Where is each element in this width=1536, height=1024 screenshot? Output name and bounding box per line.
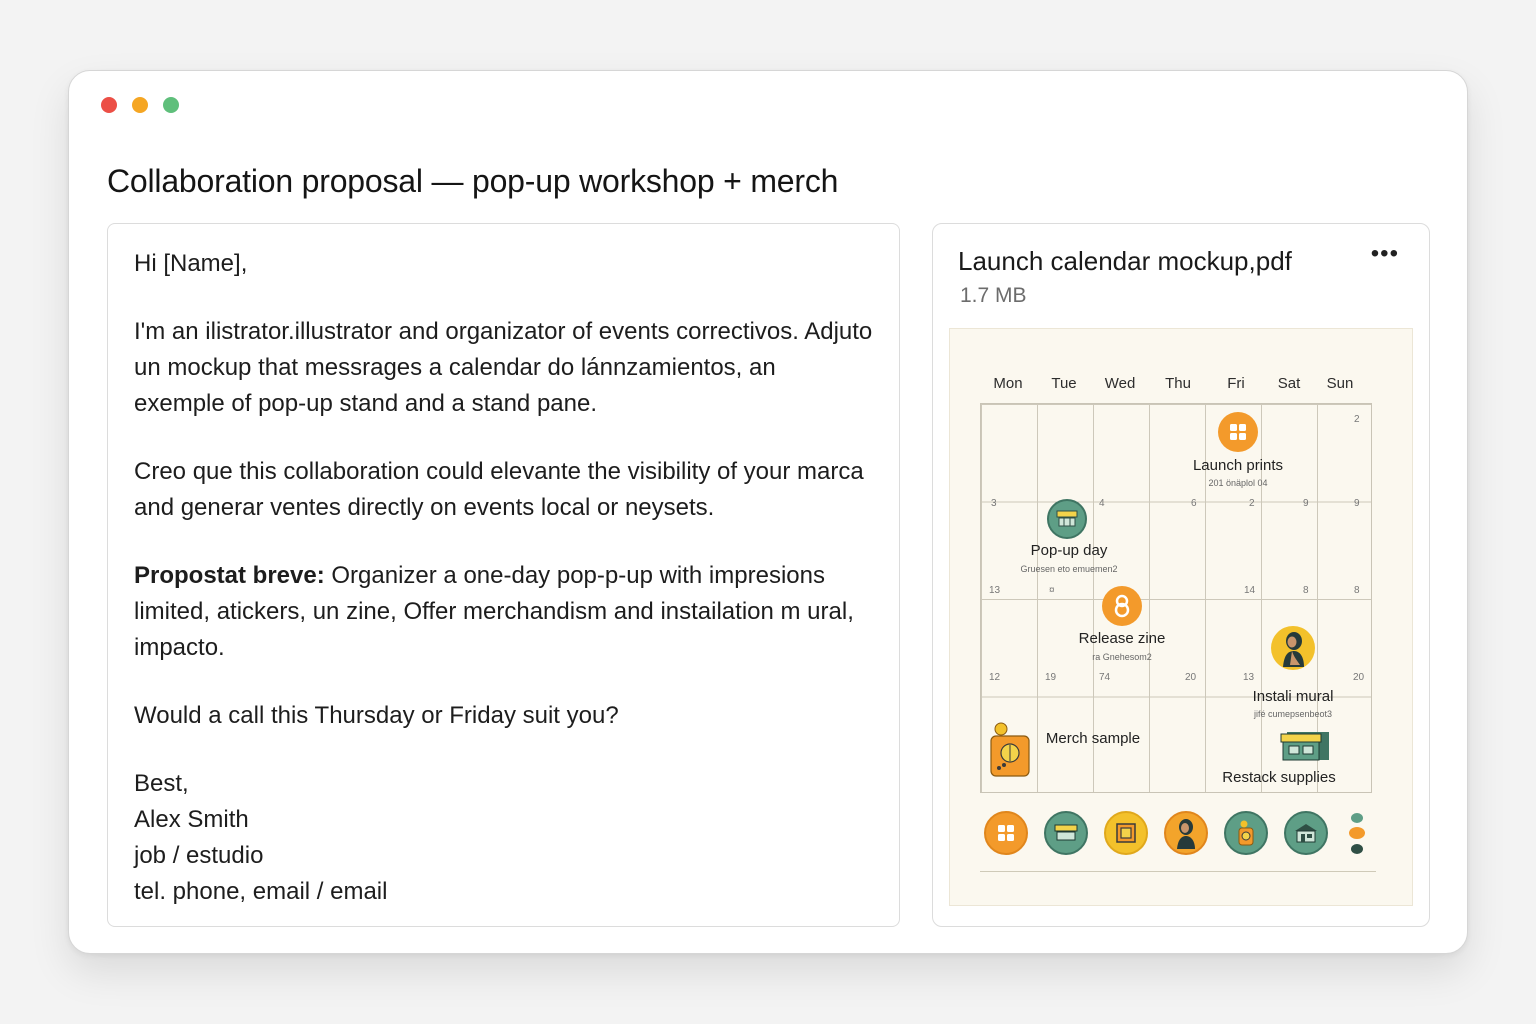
day-number: 6	[1191, 498, 1197, 509]
event-sub-release-zine: ra Gnehesom2	[1092, 652, 1152, 662]
attachment-card[interactable]: Launch calendar mockup,pdf 1.7 MB ••• Mo…	[932, 223, 1430, 927]
sender-contact: tel. phone, email / email	[134, 878, 388, 905]
bottle-icon[interactable]	[989, 720, 1031, 778]
dots-icon[interactable]	[1346, 811, 1368, 857]
stand-icon[interactable]	[1044, 811, 1088, 855]
window-controls	[101, 97, 179, 113]
proposal-paragraph: Propostat breve: Organizer a one-day pop…	[134, 558, 873, 666]
maximize-button[interactable]	[163, 97, 179, 113]
icon-legend	[984, 811, 1374, 857]
more-options-icon[interactable]: •••	[1371, 240, 1399, 268]
calendar-grid: 2 3 4 6 2 9 9 13 ¤ 14 8 8 12 19 74 20 13…	[980, 403, 1372, 793]
day-number: 9	[1303, 498, 1309, 509]
signoff: Best,	[134, 770, 189, 797]
proposal-label: Propostat breve:	[134, 562, 325, 589]
calendar-day-headers: Mon Tue Wed Thu Fri Sat Sun	[980, 375, 1372, 395]
grid-icon[interactable]	[1218, 412, 1258, 452]
email-body: Hi [Name], I'm an ilistrator.illustrator…	[107, 223, 900, 927]
minimize-button[interactable]	[132, 97, 148, 113]
divider	[980, 871, 1376, 872]
grid-icon[interactable]	[984, 811, 1028, 855]
sender-role: job / estudio	[134, 842, 264, 869]
frame-icon[interactable]	[1104, 811, 1148, 855]
day-header: Wed	[1104, 375, 1136, 392]
day-header: Thu	[1165, 375, 1191, 392]
day-header: Tue	[1051, 375, 1077, 392]
day-number: 19	[1045, 672, 1057, 683]
intro-paragraph: I'm an ilistrator.illustrator and organi…	[134, 318, 873, 417]
day-header: Mon	[993, 375, 1023, 392]
portrait-icon[interactable]	[1164, 811, 1208, 855]
event-label-merch-sample[interactable]: Merch sample	[1046, 730, 1140, 747]
event-sub-popup-day: Gruesen eto emuemen2	[1020, 564, 1118, 574]
pitch-paragraph: Creo que this collaboration could elevan…	[134, 458, 864, 521]
event-sub-install-mural: jifé cumepsenbeot3	[1253, 709, 1333, 719]
day-number: 3	[991, 498, 997, 509]
day-number: 2	[1354, 414, 1360, 425]
pdf-preview[interactable]: Mon Tue Wed Thu Fri Sat Sun 2 3 4 6 2 9 …	[949, 328, 1413, 906]
day-number: 20	[1353, 672, 1365, 683]
event-sub-launch-prints: 201 önäplol 04	[1208, 478, 1268, 488]
event-label-install-mural[interactable]: Instali mural	[1253, 688, 1334, 705]
day-number: 74	[1099, 672, 1111, 683]
day-number: 8	[1303, 585, 1309, 596]
portrait-icon[interactable]	[1271, 626, 1315, 670]
attachment-filename[interactable]: Launch calendar mockup,pdf	[958, 246, 1292, 277]
bottle-icon[interactable]	[1224, 811, 1268, 855]
day-header: Sat	[1277, 375, 1301, 392]
day-number: 13	[1243, 672, 1255, 683]
attachment-size: 1.7 MB	[960, 284, 1027, 307]
day-number: 2	[1249, 498, 1255, 509]
zine-icon[interactable]	[1102, 586, 1142, 626]
sender-name: Alex Smith	[134, 806, 249, 833]
day-header: Fri	[1227, 375, 1245, 392]
signature: Best, Alex Smith job / estudio tel. phon…	[134, 766, 873, 910]
close-button[interactable]	[101, 97, 117, 113]
day-number: 14	[1244, 585, 1256, 596]
email-subject: Collaboration proposal — pop-up workshop…	[107, 163, 839, 199]
day-number: 13	[989, 585, 1001, 596]
day-number: 4	[1099, 498, 1105, 509]
greeting: Hi [Name],	[134, 250, 248, 277]
event-label-launch-prints[interactable]: Launch prints	[1193, 457, 1283, 474]
day-number: 9	[1354, 498, 1360, 509]
day-number: 12	[989, 672, 1001, 683]
event-label-restock-supplies[interactable]: Restack supplies	[1222, 769, 1335, 786]
day-header: Sun	[1326, 375, 1354, 392]
day-number: 8	[1354, 585, 1360, 596]
question-paragraph: Would a call this Thursday or Friday sui…	[134, 702, 619, 729]
mail-window: Collaboration proposal — pop-up workshop…	[68, 70, 1468, 954]
shop-icon[interactable]	[1277, 726, 1331, 764]
stand-icon[interactable]	[1047, 499, 1087, 539]
event-label-popup-day[interactable]: Pop-up day	[1031, 542, 1108, 559]
event-label-release-zine[interactable]: Release zine	[1079, 630, 1166, 647]
day-number: ¤	[1049, 585, 1055, 596]
shop-icon[interactable]	[1284, 811, 1328, 855]
day-number: 20	[1185, 672, 1197, 683]
